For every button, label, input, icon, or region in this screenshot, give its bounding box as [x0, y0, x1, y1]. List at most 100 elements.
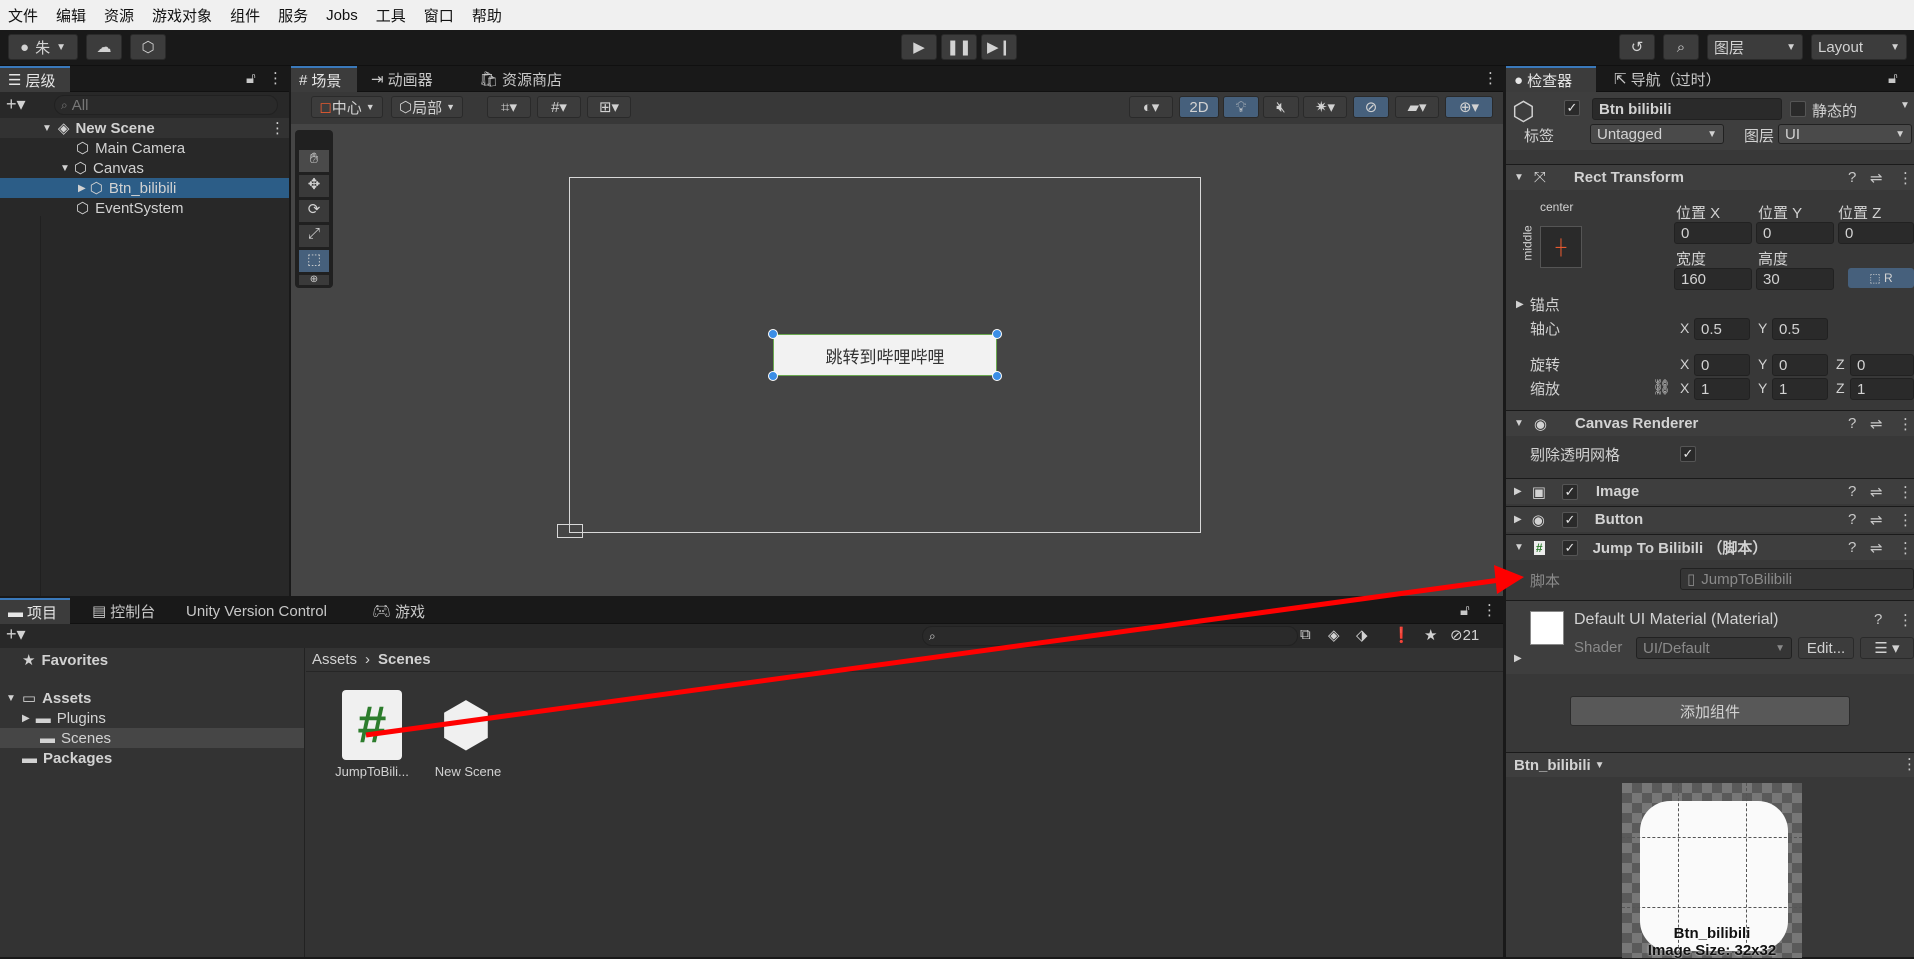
warning-icon[interactable]: ❗: [1392, 626, 1411, 644]
tab-scene[interactable]: # 场景: [291, 66, 357, 92]
effects-dropdown[interactable]: ✷▾: [1303, 96, 1347, 118]
gizmos-dropdown[interactable]: ⊕▾: [1445, 96, 1493, 118]
more-icon[interactable]: ⋮: [270, 119, 285, 137]
tab-version-control[interactable]: Unity Version Control: [178, 598, 335, 624]
help-icon[interactable]: ?: [1848, 169, 1856, 186]
rect-handle[interactable]: [992, 329, 1002, 339]
project-search-input[interactable]: ⌕: [922, 626, 1298, 646]
more-icon[interactable]: ⋮: [1898, 539, 1913, 557]
more-icon[interactable]: ⋮: [1483, 69, 1498, 87]
filter-type-icon[interactable]: ◈: [1328, 626, 1340, 644]
tab-console[interactable]: ▤ 控制台: [84, 598, 163, 624]
edit-shader-button[interactable]: Edit...: [1798, 637, 1854, 659]
tab-project[interactable]: ▬ 项目: [0, 598, 70, 624]
preview-object-label[interactable]: Btn_bilibili: [1514, 757, 1591, 774]
move-tool[interactable]: ✥: [299, 175, 329, 197]
preset-icon[interactable]: ⇌: [1870, 483, 1883, 501]
more-icon[interactable]: ⋮: [1898, 511, 1913, 529]
pos-x-input[interactable]: 0: [1674, 222, 1752, 244]
preset-icon[interactable]: ⇌: [1870, 415, 1883, 433]
tag-dropdown[interactable]: Untagged ▼: [1590, 124, 1724, 144]
layers-dropdown[interactable]: 图层 ▼: [1707, 34, 1803, 60]
lock-icon[interactable]: 🔓︎: [1888, 70, 1898, 87]
scene-row[interactable]: ▼ ◈ New Scene ⋮: [0, 118, 289, 138]
tab-navigation[interactable]: ⇱ 导航（过时）: [1606, 66, 1729, 92]
snap-dropdown[interactable]: ⌗▾: [487, 96, 531, 118]
pivot-x-input[interactable]: 0.5: [1694, 318, 1750, 340]
expand-arrow-icon[interactable]: ▶: [1514, 653, 1522, 664]
preset-icon[interactable]: ⇌: [1870, 539, 1883, 557]
help-icon[interactable]: ?: [1848, 511, 1856, 528]
lighting-toggle[interactable]: 💡︎: [1223, 96, 1259, 118]
tab-inspector[interactable]: ● 检查器: [1506, 66, 1596, 92]
history-button[interactable]: ↺: [1619, 34, 1655, 60]
constrain-proportions-icon[interactable]: ⛓: [1652, 378, 1671, 396]
more-icon[interactable]: ⋮: [1898, 415, 1913, 433]
menu-help[interactable]: 帮助: [472, 5, 502, 26]
hierarchy-empty-area[interactable]: [40, 216, 289, 596]
rotate-tool[interactable]: ⟳: [299, 200, 329, 222]
menu-tools[interactable]: 工具: [376, 5, 406, 26]
breadcrumb-assets[interactable]: Assets: [312, 651, 357, 668]
add-component-button[interactable]: 添加组件: [1570, 696, 1850, 726]
space-dropdown[interactable]: ⬡ 局部 ▼: [391, 96, 463, 118]
shader-dropdown[interactable]: UI/Default ▼: [1636, 637, 1792, 659]
scale-tool[interactable]: ⤢: [299, 225, 329, 247]
preset-icon[interactable]: ⇌: [1870, 169, 1883, 187]
more-icon[interactable]: ⋮: [1898, 169, 1913, 187]
script-component-header[interactable]: ▼ # ✓ Jump To Bilibili （脚本） ? ⇌ ⋮: [1506, 534, 1914, 560]
help-icon[interactable]: ?: [1848, 539, 1856, 556]
chevron-down-icon[interactable]: ▼: [1900, 100, 1910, 111]
pos-y-input[interactable]: 0: [1756, 222, 1834, 244]
pause-button[interactable]: ❚❚: [941, 34, 977, 60]
tree-packages[interactable]: ▬ Packages: [22, 748, 112, 768]
asset-item[interactable]: # JumpToBili...: [314, 690, 409, 782]
menu-window[interactable]: 窗口: [424, 5, 454, 26]
static-checkbox[interactable]: [1790, 101, 1806, 117]
button-enabled-checkbox[interactable]: ✓: [1562, 512, 1578, 528]
menu-jobs[interactable]: Jobs: [326, 7, 358, 24]
ruler-dropdown[interactable]: ⊞▾: [587, 96, 631, 118]
tab-hierarchy[interactable]: ☰ 层级: [0, 66, 70, 92]
asset-item[interactable]: ⬢ New Scene: [418, 690, 518, 782]
rot-x-input[interactable]: 0: [1694, 354, 1750, 376]
image-component-header[interactable]: ▶ ▣ ✓ Image ? ⇌ ⋮: [1506, 478, 1914, 504]
tree-scenes[interactable]: ▬ Scenes: [0, 728, 304, 748]
anchors-foldout[interactable]: ▶ 锚点: [1516, 294, 1560, 314]
add-icon[interactable]: +▾: [6, 624, 26, 645]
menu-edit[interactable]: 编辑: [56, 5, 86, 26]
rect-transform-header[interactable]: ▼ ⤧ Rect Transform ? ⇌ ⋮: [1506, 164, 1914, 190]
hierarchy-item[interactable]: ⬡ Main Camera: [76, 138, 185, 158]
breadcrumb-scenes[interactable]: Scenes: [378, 651, 431, 668]
grid-snap-dropdown[interactable]: #▾: [537, 96, 581, 118]
hierarchy-item[interactable]: ⬡ EventSystem: [76, 198, 183, 218]
width-input[interactable]: 160: [1674, 268, 1752, 290]
layout-dropdown[interactable]: Layout ▼: [1811, 34, 1907, 60]
ui-button-preview[interactable]: 跳转到哔哩哔哩: [773, 334, 997, 376]
camera-dropdown[interactable]: ▰▾: [1395, 96, 1439, 118]
shading-dropdown[interactable]: ◐▾: [1129, 96, 1173, 118]
rect-handle[interactable]: [768, 329, 778, 339]
scale-z-input[interactable]: 1: [1850, 378, 1914, 400]
help-icon[interactable]: ?: [1874, 611, 1882, 628]
height-input[interactable]: 30: [1756, 268, 1834, 290]
active-checkbox[interactable]: ✓: [1564, 100, 1580, 116]
audio-toggle[interactable]: 🔇︎: [1263, 96, 1299, 118]
script-enabled-checkbox[interactable]: ✓: [1562, 540, 1578, 556]
anchor-preset-button[interactable]: ┼: [1540, 226, 1582, 268]
tab-asset-store[interactable]: 🛍︎ 资源商店: [471, 66, 570, 92]
step-button[interactable]: ▶❙: [981, 34, 1017, 60]
button-component-header[interactable]: ▶ ◉ ✓ Button ? ⇌ ⋮: [1506, 506, 1914, 532]
tab-animator[interactable]: ⇥ 动画器: [363, 66, 441, 92]
help-icon[interactable]: ?: [1848, 415, 1856, 432]
lock-icon[interactable]: 🔓︎: [246, 70, 256, 87]
scale-x-input[interactable]: 1: [1694, 378, 1750, 400]
tab-game[interactable]: 🎮︎ 游戏: [364, 598, 433, 624]
more-icon[interactable]: ⋮: [1902, 755, 1914, 773]
visibility-toggle[interactable]: ⊘: [1353, 96, 1389, 118]
pivot-dropdown[interactable]: ◻ 中心 ▼: [311, 96, 383, 118]
blueprint-raw-toggles[interactable]: ⬚ R: [1848, 268, 1914, 288]
scale-y-input[interactable]: 1: [1772, 378, 1828, 400]
menu-file[interactable]: 文件: [8, 5, 38, 26]
tree-favorites[interactable]: ★ Favorites: [22, 650, 108, 670]
